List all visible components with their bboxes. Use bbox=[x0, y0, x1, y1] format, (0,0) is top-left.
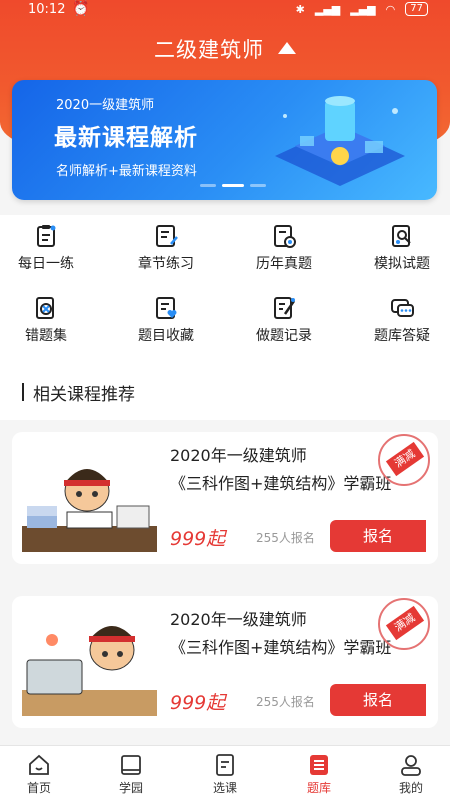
book-icon bbox=[121, 755, 141, 775]
enroll-button[interactable]: 报名 bbox=[330, 520, 426, 552]
stamp-label: 满减 bbox=[385, 441, 425, 477]
course-card[interactable]: 2020年一级建筑师 《三科作图+建筑结构》学霸班 999起 255人报名 报名… bbox=[12, 432, 438, 564]
tab-label: 学园 bbox=[118, 781, 143, 795]
stamp-label: 满减 bbox=[385, 605, 425, 641]
course-title: 2020年一级建筑师 bbox=[170, 610, 307, 629]
discount-stamp: 满减 bbox=[378, 598, 430, 650]
grid-item-mock-exam[interactable]: 模拟试题 bbox=[346, 223, 450, 273]
course-card[interactable]: 2020年一级建筑师 《三科作图+建筑结构》学霸班 999起 255人报名 报名… bbox=[12, 596, 438, 728]
bottom-tab-bar: 首页 学园 选课 题库 我的 bbox=[0, 745, 450, 800]
grid-item-daily-practice[interactable]: 每日一练 bbox=[0, 223, 102, 273]
grid-item-label: 模拟试题 bbox=[374, 256, 430, 272]
grid-item-label: 题目收藏 bbox=[138, 328, 194, 344]
banner-headline: 最新课程解析 bbox=[54, 125, 198, 151]
profile-icon bbox=[401, 755, 421, 776]
battery-icon: 77 bbox=[405, 2, 428, 16]
grid-item-wrong-questions[interactable]: 错题集 bbox=[0, 295, 102, 345]
signal-icon-2: ▂▄▆ bbox=[350, 2, 376, 16]
course-thumbnail bbox=[22, 626, 157, 716]
tab-home[interactable]: 首页 bbox=[0, 752, 84, 796]
grid-item-label: 历年真题 bbox=[256, 256, 312, 272]
feature-grid: 每日一练 章节练习 历年真题 模拟试题 错题集 题目收藏 做题记录 题库答疑 bbox=[0, 215, 450, 365]
banner-illustration bbox=[275, 96, 405, 186]
tab-question-bank[interactable]: 题库 bbox=[274, 752, 364, 796]
question-bank-icon bbox=[310, 755, 328, 775]
tab-profile[interactable]: 我的 bbox=[366, 752, 450, 796]
grid-item-favorites[interactable]: 题目收藏 bbox=[110, 295, 222, 345]
mock-exam-icon bbox=[392, 225, 411, 247]
favorites-icon bbox=[156, 297, 177, 319]
home-icon bbox=[29, 754, 49, 775]
tab-label: 选课 bbox=[212, 781, 237, 795]
grid-item-chapter-practice[interactable]: 章节练习 bbox=[110, 223, 222, 273]
tab-label: 首页 bbox=[26, 781, 51, 795]
course-select-icon bbox=[216, 754, 234, 776]
caret-up-icon bbox=[278, 42, 296, 54]
alarm-icon: ⏰ bbox=[72, 1, 90, 17]
section-bar bbox=[22, 383, 24, 401]
course-thumbnail bbox=[22, 469, 157, 552]
past-exams-icon bbox=[274, 225, 296, 248]
tab-course-select[interactable]: 选课 bbox=[180, 752, 270, 796]
course-title: 2020年一级建筑师 bbox=[170, 446, 307, 465]
page-title: 二级建筑师 bbox=[154, 38, 264, 62]
chapter-practice-icon bbox=[156, 225, 178, 247]
qa-icon bbox=[391, 299, 414, 317]
grid-item-practice-record[interactable]: 做题记录 bbox=[228, 295, 340, 345]
tab-campus[interactable]: 学园 bbox=[86, 752, 176, 796]
course-subtitle: 《三科作图+建筑结构》学霸班 bbox=[170, 474, 392, 493]
exam-selector[interactable]: 二级建筑师 bbox=[0, 34, 450, 64]
wifi-icon: ◠ bbox=[385, 2, 396, 16]
signal-icon: ▂▄▆ bbox=[314, 2, 341, 16]
recommend-section-header: 相关课程推荐 bbox=[0, 365, 450, 420]
bluetooth-icon: ✱ bbox=[295, 2, 305, 16]
enrollment-count: 255人报名 bbox=[256, 531, 315, 545]
grid-item-label: 每日一练 bbox=[18, 256, 74, 272]
banner-line3: 名师解析+最新课程资料 bbox=[56, 164, 197, 179]
course-subtitle: 《三科作图+建筑结构》学霸班 bbox=[170, 638, 392, 657]
course-price: 999起 bbox=[170, 692, 226, 714]
promo-banner[interactable]: 2020一级建筑师 最新课程解析 名师解析+最新课程资料 bbox=[12, 80, 437, 200]
daily-practice-icon bbox=[37, 225, 56, 247]
discount-stamp: 满减 bbox=[378, 434, 430, 486]
section-title: 相关课程推荐 bbox=[33, 385, 135, 405]
course-price: 999起 bbox=[170, 528, 226, 550]
grid-item-label: 章节练习 bbox=[138, 256, 194, 272]
tab-label: 我的 bbox=[398, 781, 423, 795]
status-bar: 10:12 ⏰ ✱ ▂▄▆ ▂▄▆ ◠ 77 bbox=[0, 0, 450, 22]
grid-item-label: 题库答疑 bbox=[374, 328, 430, 344]
status-time: 10:12 bbox=[28, 2, 66, 17]
grid-item-past-exams[interactable]: 历年真题 bbox=[228, 223, 340, 273]
tab-label: 题库 bbox=[306, 781, 331, 795]
enroll-button[interactable]: 报名 bbox=[330, 684, 426, 716]
enrollment-count: 255人报名 bbox=[256, 695, 315, 709]
grid-item-qa[interactable]: 题库答疑 bbox=[346, 295, 450, 345]
grid-item-label: 错题集 bbox=[25, 328, 67, 344]
practice-record-icon bbox=[274, 297, 296, 319]
grid-item-label: 做题记录 bbox=[256, 328, 312, 344]
banner-line1: 2020一级建筑师 bbox=[56, 98, 155, 113]
wrong-questions-icon bbox=[36, 297, 54, 319]
carousel-indicator[interactable] bbox=[200, 184, 266, 187]
